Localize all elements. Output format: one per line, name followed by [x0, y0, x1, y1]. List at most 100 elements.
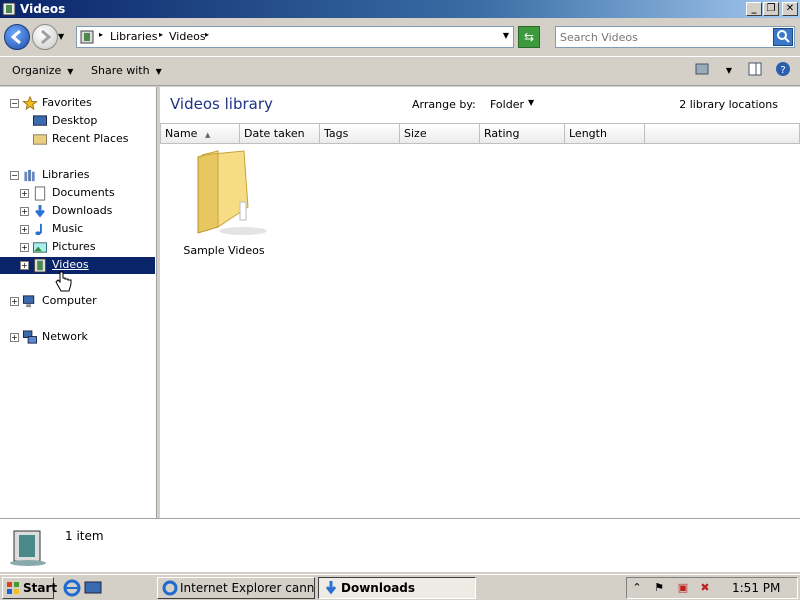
show-hidden-icons-icon[interactable]: ⌃	[629, 581, 645, 597]
clock[interactable]: 1:51 PM	[732, 581, 780, 595]
crumb-separator-icon[interactable]: ▸	[99, 30, 103, 39]
share-with-menu[interactable]: Share with ▼	[91, 64, 162, 77]
column-header-rating[interactable]: Rating	[480, 123, 565, 144]
nav-documents[interactable]: + Documents	[0, 185, 155, 202]
chevron-down-icon[interactable]: ▼	[528, 98, 534, 107]
crumb-libraries[interactable]: Libraries	[110, 30, 158, 43]
search-box[interactable]	[555, 26, 795, 48]
address-bar-region: ▼ ▸ Libraries ▸ Videos ▸ ▼ ⇆	[0, 18, 800, 56]
preview-pane-button[interactable]	[744, 61, 766, 83]
download-arrow-icon	[325, 581, 337, 595]
close-button[interactable]: ✕	[782, 2, 798, 16]
column-header-tags[interactable]: Tags	[320, 123, 400, 144]
nav-label: Desktop	[52, 114, 98, 127]
forward-arrow-icon	[41, 29, 52, 45]
change-view-button[interactable]	[691, 61, 713, 83]
taskbar: Start Internet Explorer cannot... Downlo…	[0, 574, 800, 600]
nav-label: Libraries	[42, 168, 90, 181]
expand-icon[interactable]: +	[20, 189, 29, 198]
expand-icon[interactable]: +	[20, 261, 29, 270]
search-button[interactable]	[773, 28, 793, 46]
volume-muted-icon[interactable]: ✖	[697, 581, 713, 597]
column-header-date-taken[interactable]: Date taken	[240, 123, 320, 144]
network-status-icon[interactable]: ▣	[675, 581, 691, 597]
nav-libraries[interactable]: − Libraries	[0, 167, 155, 184]
internet-explorer-icon[interactable]	[63, 579, 81, 597]
computer-icon	[22, 295, 35, 308]
nav-pictures[interactable]: + Pictures	[0, 239, 155, 256]
arrange-by-dropdown[interactable]: Folder	[490, 98, 524, 111]
content-pane: Videos library Arrange by: Folder ▼ 2 li…	[160, 87, 800, 518]
help-button[interactable]: ?	[772, 61, 794, 83]
refresh-button[interactable]: ⇆	[518, 26, 540, 48]
expand-icon[interactable]: +	[20, 225, 29, 234]
column-header-name[interactable]: Name ▲	[160, 123, 240, 144]
taskbar-button-label: Downloads	[341, 581, 416, 595]
nav-label: Downloads	[52, 204, 113, 217]
video-library-icon	[33, 258, 47, 273]
nav-label: Recent Places	[52, 132, 129, 145]
desktop-icon	[32, 115, 48, 126]
windows-logo-icon	[7, 582, 19, 594]
folder-item[interactable]: Sample Videos	[178, 147, 270, 257]
video-library-icon	[2, 2, 16, 16]
item-count: 1 item	[65, 529, 104, 543]
nav-label: Documents	[52, 186, 115, 199]
expand-icon[interactable]: +	[10, 333, 19, 342]
taskbar-button-downloads[interactable]: Downloads	[318, 577, 476, 599]
column-header-length[interactable]: Length	[565, 123, 645, 144]
crumb-separator-icon[interactable]: ▸	[159, 30, 163, 39]
address-box[interactable]: ▸ Libraries ▸ Videos ▸ ▼	[76, 26, 514, 48]
expand-icon[interactable]: +	[10, 297, 19, 306]
nav-network[interactable]: + Network	[0, 329, 155, 346]
nav-downloads[interactable]: + Downloads	[0, 203, 155, 220]
navigation-pane: − Favorites Desktop Recent Places − Libr…	[0, 87, 157, 518]
start-label: Start	[23, 581, 58, 595]
column-label: Name	[165, 127, 198, 140]
action-center-icon[interactable]: ⚑	[651, 581, 667, 597]
search-input[interactable]	[560, 29, 768, 45]
restore-button[interactable]: ❐	[763, 2, 779, 16]
nav-desktop[interactable]: Desktop	[0, 113, 155, 130]
expand-icon[interactable]: +	[20, 243, 29, 252]
start-button[interactable]: Start	[2, 577, 58, 599]
collapse-icon[interactable]: −	[10, 99, 19, 108]
crumb-videos[interactable]: Videos	[169, 30, 206, 43]
window-title: Videos	[20, 2, 66, 16]
view-options-dropdown[interactable]: ▼	[718, 61, 740, 83]
network-icon	[22, 330, 38, 344]
column-header-size[interactable]: Size	[400, 123, 480, 144]
library-locations-link[interactable]: 2 library locations	[679, 98, 778, 111]
system-tray: ⌃ ⚑ ▣ ✖ 1:51 PM	[626, 577, 798, 599]
nav-recent-places[interactable]: Recent Places	[0, 131, 155, 148]
address-history-dropdown[interactable]: ▼	[503, 31, 509, 40]
details-pane: 1 item	[0, 518, 800, 572]
video-library-icon	[80, 30, 94, 44]
nav-label: Pictures	[52, 240, 96, 253]
library-title: Videos library	[170, 95, 273, 113]
minimize-button[interactable]: _	[746, 2, 762, 16]
back-button[interactable]	[4, 24, 30, 50]
nav-computer[interactable]: + Computer	[0, 293, 155, 310]
crumb-separator-icon[interactable]: ▸	[205, 30, 209, 39]
forward-button[interactable]	[32, 24, 58, 50]
column-label: Size	[404, 127, 427, 140]
organize-label: Organize	[12, 64, 62, 77]
title-bar: Videos _ ❐ ✕	[0, 0, 800, 18]
collapse-icon[interactable]: −	[10, 171, 19, 180]
column-label: Date taken	[244, 127, 305, 140]
chevron-down-icon: ▼	[67, 67, 74, 76]
recent-pages-dropdown[interactable]: ▼	[58, 32, 68, 42]
hand-cursor-icon	[55, 271, 72, 292]
show-desktop-icon[interactable]	[84, 579, 102, 597]
documents-icon	[34, 186, 46, 201]
video-library-icon	[10, 530, 46, 566]
back-arrow-icon	[10, 29, 21, 45]
nav-favorites[interactable]: − Favorites	[0, 95, 155, 112]
organize-menu[interactable]: Organize ▼	[12, 64, 73, 77]
expand-icon[interactable]: +	[20, 207, 29, 216]
nav-music[interactable]: + Music	[0, 221, 155, 238]
recent-places-icon	[32, 134, 48, 145]
taskbar-button-internet-explorer[interactable]: Internet Explorer cannot...	[157, 577, 315, 599]
nav-videos[interactable]: + Videos	[0, 257, 155, 274]
